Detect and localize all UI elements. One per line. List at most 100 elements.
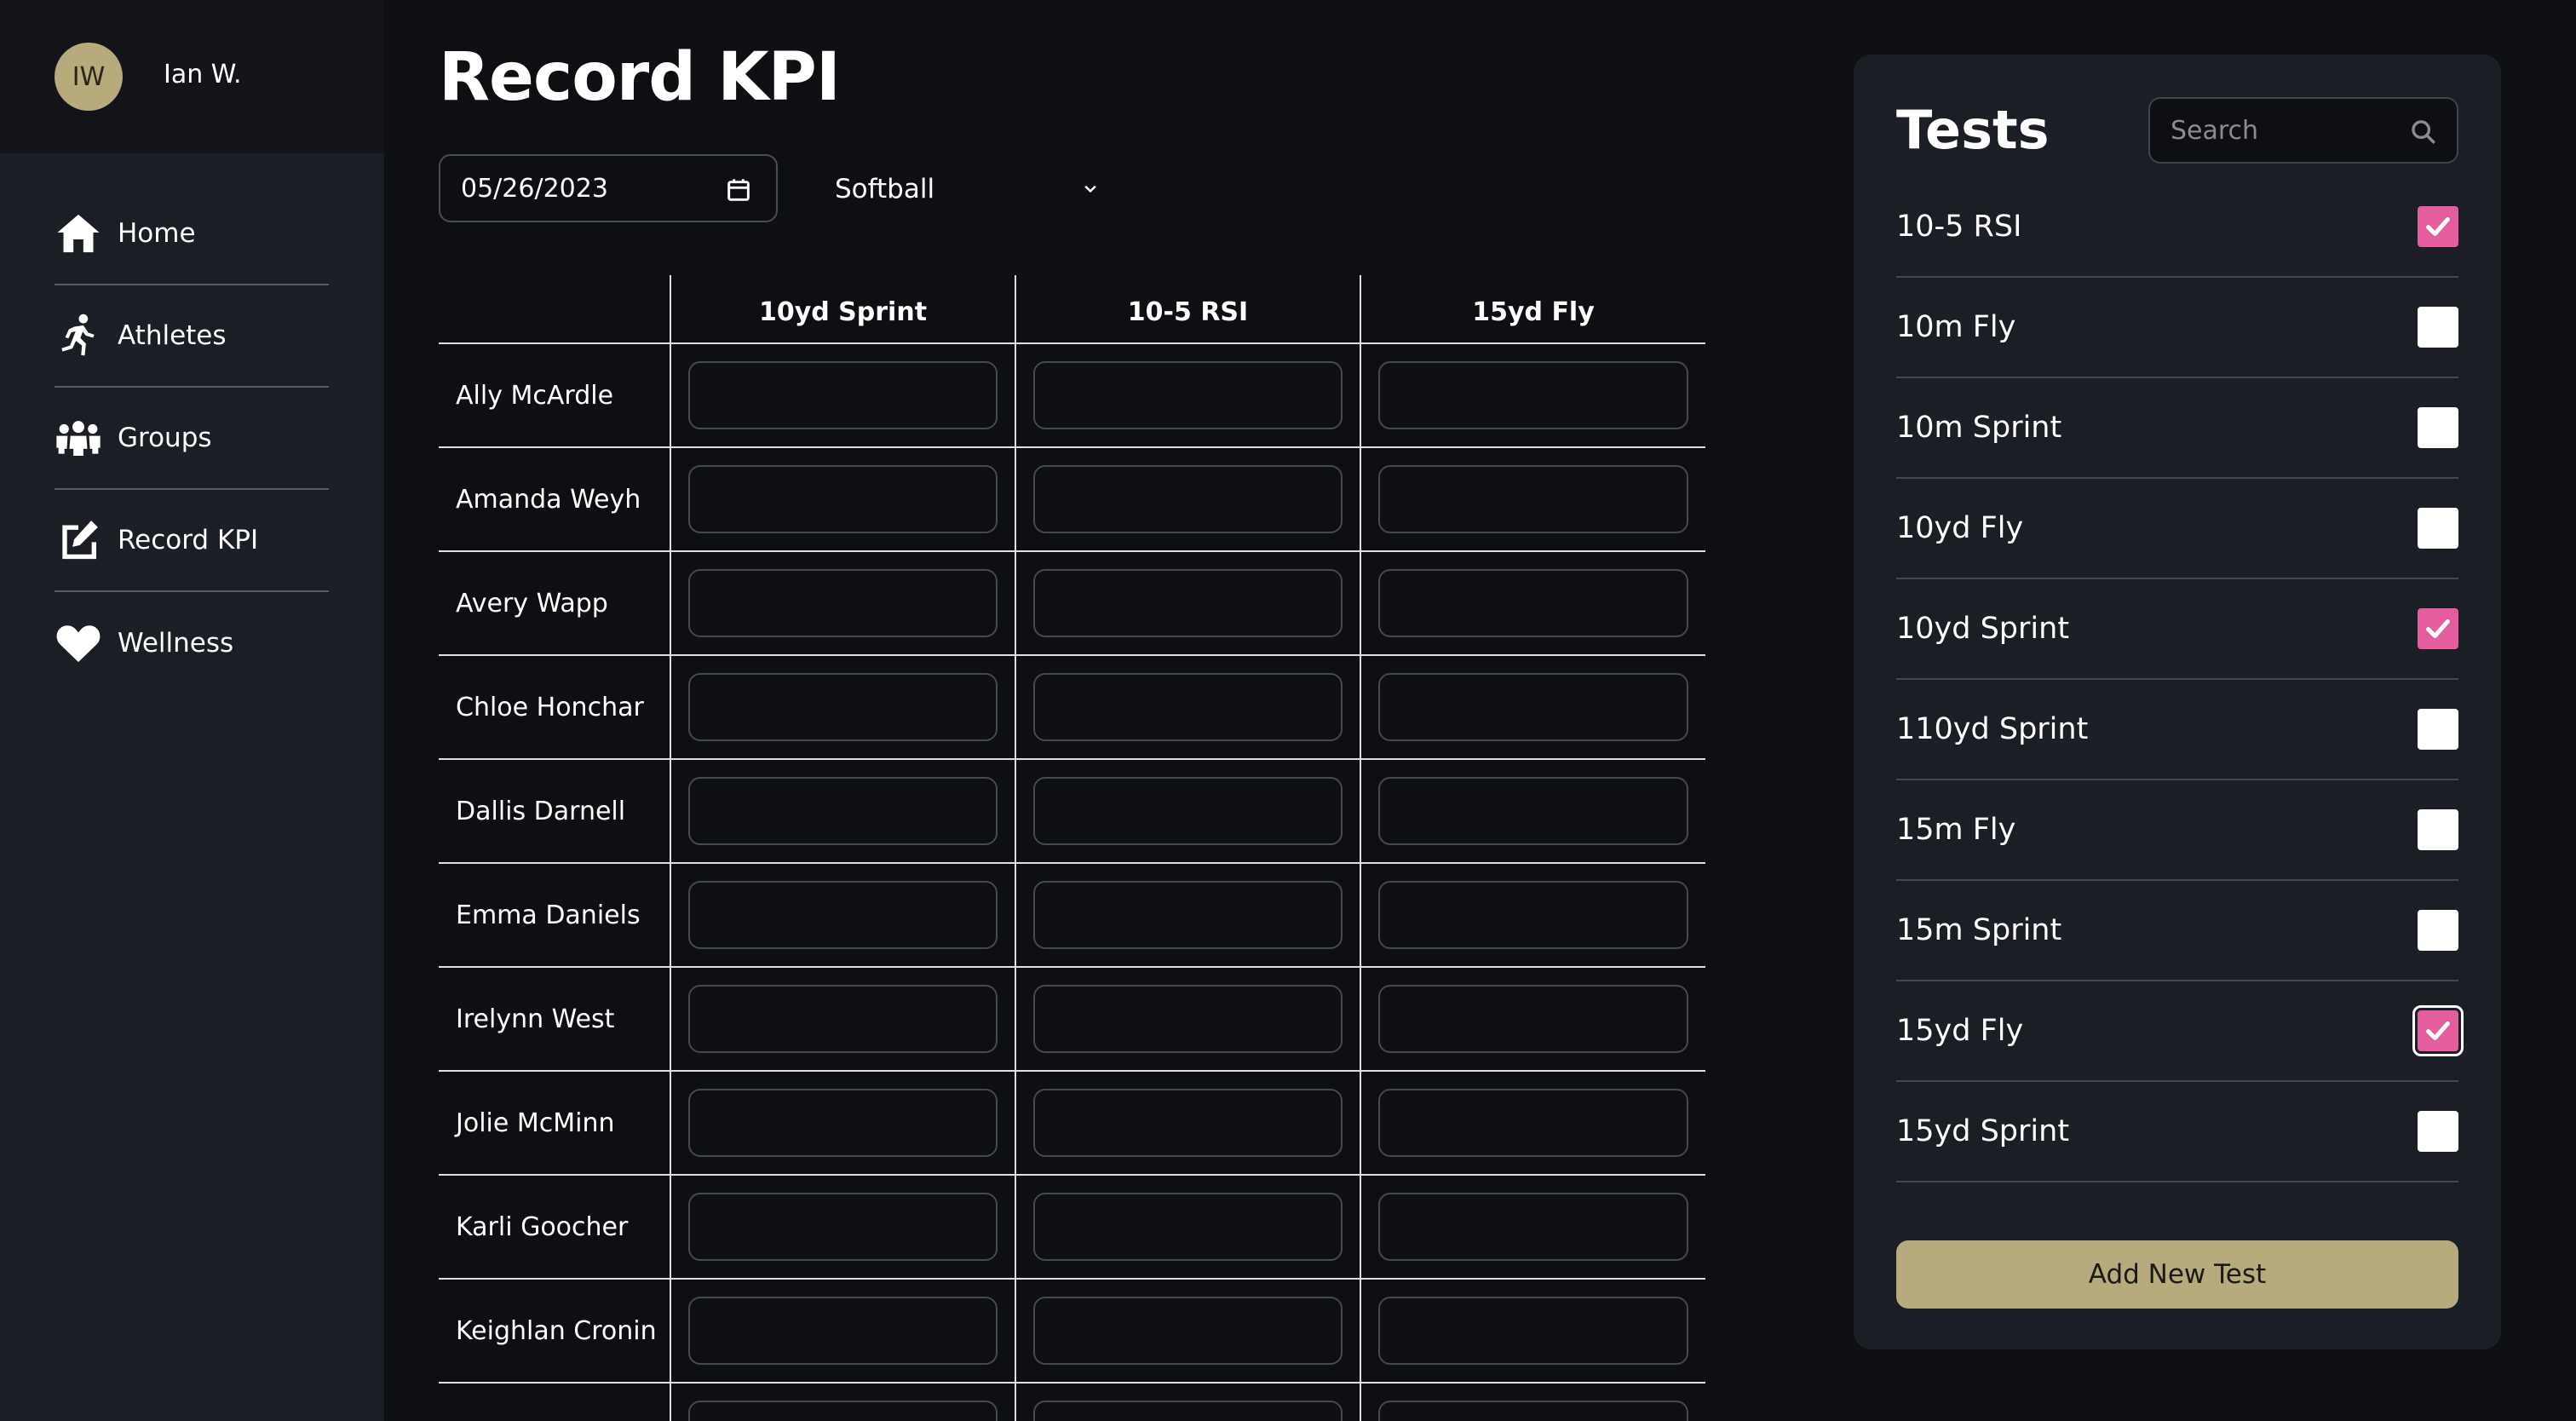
test-item[interactable]: 15yd Fly (1896, 981, 2464, 1082)
kpi-value-input[interactable] (1378, 1089, 1688, 1157)
kpi-value-input[interactable] (688, 465, 998, 533)
kpi-cell (670, 967, 1015, 1072)
column-header: 10yd Sprint (670, 275, 1015, 344)
kpi-cell (670, 343, 1015, 448)
kpi-value-input[interactable] (688, 361, 998, 429)
kpi-cell (1360, 655, 1705, 760)
kpi-value-input[interactable] (1378, 673, 1688, 741)
kpi-value-input[interactable] (688, 777, 998, 845)
kpi-value-input[interactable] (1033, 1401, 1343, 1421)
nav-label: Athletes (118, 320, 227, 351)
athlete-name: Amanda Weyh (439, 447, 670, 552)
kpi-cell (1015, 863, 1360, 968)
search-icon (2412, 120, 2435, 144)
kpi-value-input[interactable] (1378, 465, 1688, 533)
table-row: Keighlan Cronin (439, 1279, 1705, 1384)
test-item[interactable]: 10yd Fly (1896, 479, 2458, 579)
test-checkbox[interactable] (2418, 307, 2458, 348)
athlete-name: Keighlan Cronin (439, 1279, 670, 1384)
add-new-test-button[interactable]: Add New Test (1896, 1240, 2458, 1309)
kpi-value-input[interactable] (1378, 881, 1688, 949)
kpi-cell (670, 759, 1015, 864)
kpi-value-input[interactable] (688, 1401, 998, 1421)
test-checkbox[interactable] (2418, 407, 2458, 448)
test-item[interactable]: 110yd Sprint (1896, 680, 2458, 780)
column-header: 10-5 RSI (1015, 275, 1360, 344)
sport-select[interactable]: Softball (835, 165, 1107, 213)
test-checkbox[interactable] (2412, 1005, 2464, 1056)
athlete-name: Ally McArdle (439, 343, 670, 448)
running-person-icon (55, 311, 104, 360)
kpi-value-input[interactable] (688, 1193, 998, 1261)
avatar[interactable]: IW (55, 43, 123, 111)
kpi-value-input[interactable] (688, 881, 998, 949)
test-label: 15yd Fly (1896, 1014, 2024, 1048)
test-checkbox[interactable] (2418, 910, 2458, 951)
kpi-value-input[interactable] (688, 673, 998, 741)
date-input[interactable]: 05/26/2023 (439, 154, 778, 222)
kpi-value-input[interactable] (688, 1089, 998, 1157)
table-header-row: 10yd Sprint 10-5 RSI 15yd Fly (439, 275, 1705, 344)
kpi-value-input[interactable] (1378, 777, 1688, 845)
test-item[interactable]: 10yd Sprint (1896, 579, 2458, 680)
kpi-value-input[interactable] (1033, 569, 1343, 637)
kpi-value-input[interactable] (1033, 777, 1343, 845)
kpi-cell (670, 863, 1015, 968)
test-item[interactable]: 10-5 RSI (1896, 177, 2458, 278)
calendar-icon[interactable] (725, 176, 752, 204)
kpi-value-input[interactable] (1378, 1297, 1688, 1365)
nav-item-wellness[interactable]: Wellness (55, 592, 329, 694)
test-checkbox[interactable] (2418, 809, 2458, 850)
page-title: Record KPI (439, 39, 841, 116)
nav-item-home[interactable]: Home (55, 183, 329, 285)
kpi-cell (1015, 1279, 1360, 1384)
test-label: 15yd Sprint (1896, 1114, 2070, 1148)
test-item[interactable]: 15yd Sprint (1896, 1082, 2458, 1182)
kpi-value-input[interactable] (1378, 1401, 1688, 1421)
kpi-value-input[interactable] (1033, 1193, 1343, 1261)
kpi-value-input[interactable] (1033, 1089, 1343, 1157)
test-checkbox[interactable] (2418, 709, 2458, 750)
nav-item-record-kpi[interactable]: Record KPI (55, 490, 329, 592)
test-checkbox[interactable] (2418, 608, 2458, 649)
kpi-value-input[interactable] (688, 985, 998, 1053)
test-item[interactable]: 10m Sprint (1896, 378, 2458, 479)
kpi-value-input[interactable] (1378, 361, 1688, 429)
kpi-value-input[interactable] (1378, 1193, 1688, 1261)
kpi-value-input[interactable] (1033, 465, 1343, 533)
kpi-cell (1360, 863, 1705, 968)
test-item[interactable]: 15m Fly (1896, 780, 2458, 881)
kpi-cell (1015, 759, 1360, 864)
kpi-value-input[interactable] (1378, 985, 1688, 1053)
kpi-value-input[interactable] (688, 569, 998, 637)
kpi-cell (1015, 655, 1360, 760)
kpi-value-input[interactable] (1033, 881, 1343, 949)
nav-item-athletes[interactable]: Athletes (55, 285, 329, 388)
nav-label: Wellness (118, 628, 234, 659)
nav-item-groups[interactable]: Groups (55, 388, 329, 490)
test-checkbox[interactable] (2418, 206, 2458, 247)
kpi-value-input[interactable] (1033, 673, 1343, 741)
test-item[interactable]: 15m Sprint (1896, 881, 2458, 981)
table-row: Dallis Darnell (439, 759, 1705, 864)
kpi-value-input[interactable] (1033, 361, 1343, 429)
kpi-cell (1015, 1175, 1360, 1280)
user-name[interactable]: Ian W. (164, 60, 242, 89)
search-input[interactable]: Search (2148, 97, 2458, 164)
test-checkbox[interactable] (2418, 1111, 2458, 1152)
sport-select-value: Softball (835, 174, 935, 204)
kpi-value-input[interactable] (1033, 985, 1343, 1053)
test-checkbox[interactable] (2418, 508, 2458, 549)
kpi-value-input[interactable] (1033, 1297, 1343, 1365)
kpi-cell (1015, 447, 1360, 552)
kpi-value-input[interactable] (688, 1297, 998, 1365)
test-label: 10-5 RSI (1896, 210, 2022, 244)
table-row: Amanda Weyh (439, 447, 1705, 552)
kpi-value-input[interactable] (1378, 569, 1688, 637)
test-item[interactable]: 10m Fly (1896, 278, 2458, 378)
kpi-cell (1360, 1071, 1705, 1176)
table-row: Irelynn West (439, 967, 1705, 1072)
test-label: 15m Sprint (1896, 913, 2062, 947)
table-row: Avery Wapp (439, 551, 1705, 656)
search-placeholder: Search (2171, 115, 2259, 146)
